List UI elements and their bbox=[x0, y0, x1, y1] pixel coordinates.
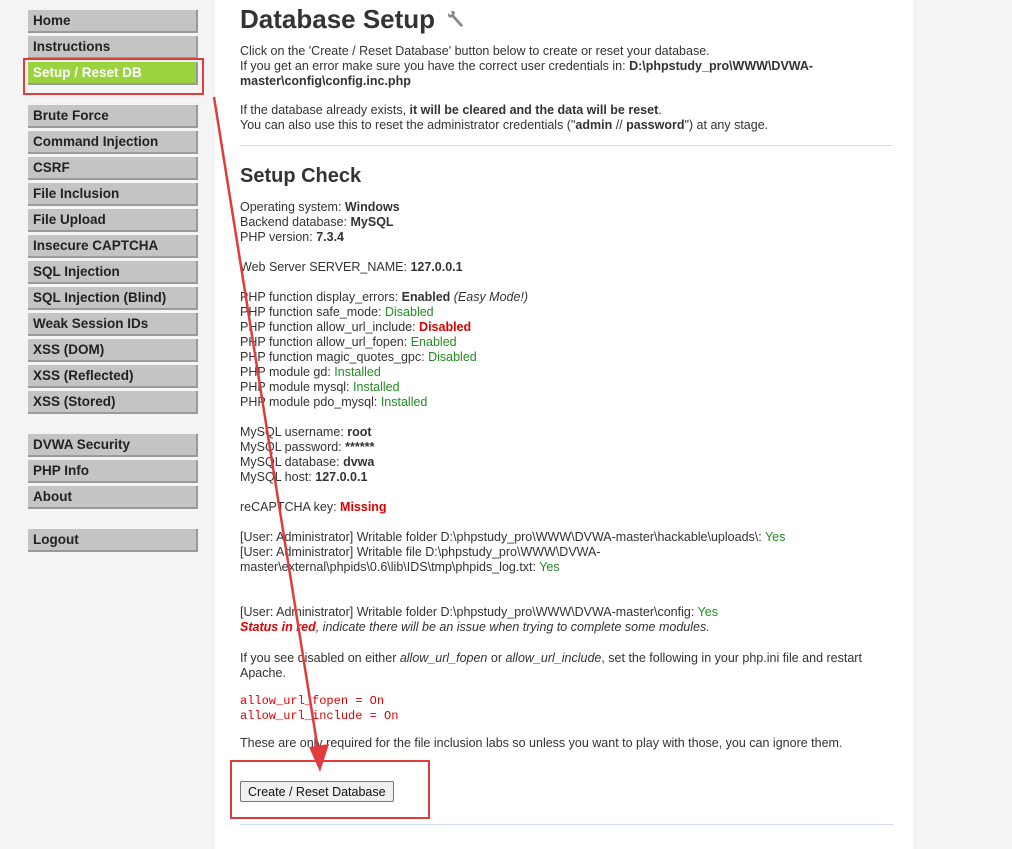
menu-group-main: Home Instructions Setup / Reset DB bbox=[28, 10, 198, 88]
phpids-file-line-2: master\external\phpids\0.6\lib\IDS\tmp\p… bbox=[240, 560, 560, 574]
page-title-text: Database Setup bbox=[240, 4, 436, 34]
menu-dvwa-security[interactable]: DVWA Security bbox=[28, 434, 198, 457]
menu-instructions[interactable]: Instructions bbox=[28, 36, 198, 59]
code-allow-url-fopen: allow_url_fopen = On bbox=[240, 694, 385, 708]
main-content: Database Setup Click on the 'Create / Re… bbox=[215, 0, 913, 849]
recaptcha-line: reCAPTCHA key: Missing bbox=[240, 500, 387, 514]
phpids-file-line-1: [User: Administrator] Writable file D:\p… bbox=[240, 545, 601, 559]
menu-csrf[interactable]: CSRF bbox=[28, 157, 198, 180]
server-name-line: Web Server SERVER_NAME: 127.0.0.1 bbox=[240, 260, 463, 274]
menu-insecure-captcha[interactable]: Insecure CAPTCHA bbox=[28, 235, 198, 258]
menu-weak-session-ids[interactable]: Weak Session IDs bbox=[28, 313, 198, 336]
menu-sql-injection[interactable]: SQL Injection bbox=[28, 261, 198, 284]
uploads-folder-line: [User: Administrator] Writable folder D:… bbox=[240, 530, 786, 544]
disabled-note-line-1: If you see disabled on either allow_url_… bbox=[240, 651, 862, 665]
menu-sql-injection-blind[interactable]: SQL Injection (Blind) bbox=[28, 287, 198, 310]
safe-mode-line: PHP function safe_mode: Disabled bbox=[240, 305, 434, 319]
code-allow-url-include: allow_url_include = On bbox=[240, 709, 399, 723]
module-mysql-line: PHP module mysql: Installed bbox=[240, 380, 400, 394]
php-version-line: PHP version: 7.3.4 bbox=[240, 230, 345, 244]
menu-file-upload[interactable]: File Upload bbox=[28, 209, 198, 232]
menu-file-inclusion[interactable]: File Inclusion bbox=[28, 183, 198, 206]
menu-xss-reflected[interactable]: XSS (Reflected) bbox=[28, 365, 198, 388]
menu-group-info: DVWA Security PHP Info About bbox=[28, 434, 198, 512]
intro-line-3: master\config\config.inc.php bbox=[240, 74, 411, 88]
setup-check-heading: Setup Check bbox=[240, 165, 362, 187]
config-folder-line: [User: Administrator] Writable folder D:… bbox=[240, 605, 718, 619]
menu-group-vulnerabilities: Brute Force Command Injection CSRF File … bbox=[28, 105, 198, 417]
menu-brute-force[interactable]: Brute Force bbox=[28, 105, 198, 128]
disabled-note-line-2: Apache. bbox=[240, 666, 286, 680]
status-note: Status in red, indicate there will be an… bbox=[240, 620, 710, 634]
backend-line: Backend database: MySQL bbox=[240, 215, 394, 229]
magic-quotes-line: PHP function magic_quotes_gpc: Disabled bbox=[240, 350, 477, 364]
intro-line-5: You can also use this to reset the admin… bbox=[240, 118, 769, 132]
wrench-icon bbox=[448, 11, 464, 27]
menu-home[interactable]: Home bbox=[28, 10, 198, 33]
module-gd-line: PHP module gd: Installed bbox=[240, 365, 381, 379]
create-reset-database-button[interactable]: Create / Reset Database bbox=[240, 781, 394, 802]
db-username-line: MySQL username: root bbox=[240, 425, 372, 439]
menu-setup-reset-db[interactable]: Setup / Reset DB bbox=[28, 62, 198, 85]
db-password-line: MySQL password: ****** bbox=[240, 440, 375, 454]
menu-command-injection[interactable]: Command Injection bbox=[28, 131, 198, 154]
menu-php-info[interactable]: PHP Info bbox=[28, 460, 198, 483]
db-name-line: MySQL database: dvwa bbox=[240, 455, 375, 469]
divider-bottom bbox=[240, 824, 893, 825]
os-line: Operating system: Windows bbox=[240, 200, 400, 214]
page-title: Database Setup bbox=[240, 4, 468, 35]
menu-xss-dom[interactable]: XSS (DOM) bbox=[28, 339, 198, 362]
allow-url-fopen-line: PHP function allow_url_fopen: Enabled bbox=[240, 335, 457, 349]
right-margin bbox=[913, 0, 1012, 849]
menu-logout[interactable]: Logout bbox=[28, 529, 198, 552]
menu-xss-stored[interactable]: XSS (Stored) bbox=[28, 391, 198, 414]
db-host-line: MySQL host: 127.0.0.1 bbox=[240, 470, 368, 484]
menu-group-logout: Logout bbox=[28, 529, 198, 555]
labs-note: These are only required for the file inc… bbox=[240, 736, 843, 750]
display-errors-line: PHP function display_errors: Enabled (Ea… bbox=[240, 290, 529, 304]
intro-line-1: Click on the 'Create / Reset Database' b… bbox=[240, 44, 710, 58]
allow-url-include-line: PHP function allow_url_include: Disabled bbox=[240, 320, 472, 334]
module-pdo-line: PHP module pdo_mysql: Installed bbox=[240, 395, 428, 409]
intro-line-4: If the database already exists, it will … bbox=[240, 103, 662, 117]
intro-line-2: If you get an error make sure you have t… bbox=[240, 59, 814, 73]
divider bbox=[240, 145, 893, 146]
sidebar: Home Instructions Setup / Reset DB Brute… bbox=[0, 0, 210, 849]
menu-about[interactable]: About bbox=[28, 486, 198, 509]
